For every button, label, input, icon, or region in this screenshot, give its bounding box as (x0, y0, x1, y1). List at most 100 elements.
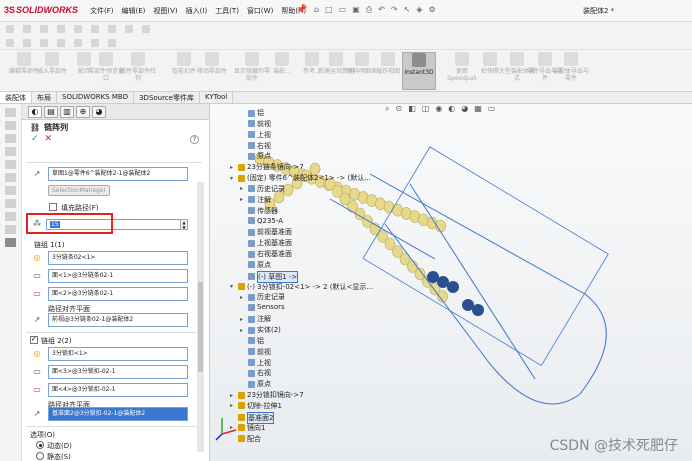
tree-item[interactable]: ▸ 23分锁扣镜向->7 (230, 390, 304, 400)
tree-item[interactable]: ▾ (-) 3分锁扣-02<1> -> 2 (默认<显示... (230, 282, 373, 292)
select-icon[interactable]: ↖ (404, 5, 411, 15)
group2-face2-box[interactable]: 面<4>@3分锁扣-02-1 (48, 383, 188, 397)
tree-item[interactable]: 右视 (240, 368, 271, 378)
undo-icon[interactable]: ↶ (378, 5, 385, 15)
fill-path-checkbox[interactable] (49, 203, 57, 211)
group1-face1-box[interactable]: 面<1>@3分链条02-1 (48, 269, 188, 283)
ribbon-button[interactable]: 移动零部件 (192, 52, 232, 75)
command-tab[interactable]: 3DSource零件库 (134, 92, 200, 103)
scrollbar-thumb[interactable] (198, 282, 203, 372)
tool-icon[interactable] (5, 147, 16, 156)
toolbar-button[interactable] (91, 25, 99, 33)
tool-icon[interactable] (5, 160, 16, 169)
selection-manager-button[interactable]: SelectionManager (48, 185, 110, 196)
property-manager-tab-icon[interactable]: ◐ (28, 105, 42, 118)
tree-item[interactable]: 原点 (240, 151, 271, 161)
command-tab[interactable]: 装配体 (0, 92, 32, 103)
toolbar-button[interactable] (57, 25, 65, 33)
tree-item[interactable]: 铝 (240, 108, 264, 118)
feature-tree-tab-icon[interactable]: ▤ (44, 105, 58, 118)
static-radio[interactable] (36, 452, 44, 460)
tree-item[interactable]: 铝 (240, 336, 264, 346)
toolbar-button[interactable] (142, 25, 150, 33)
toolbar-button[interactable] (6, 25, 14, 33)
toolbar-button[interactable] (6, 39, 14, 47)
tree-item[interactable]: 前视基准面 (240, 227, 292, 237)
toolbar-button[interactable] (108, 39, 116, 47)
tree-item[interactable]: 上视 (240, 358, 271, 368)
tree-item[interactable]: 传感器 (240, 206, 278, 216)
group1-align-box[interactable]: 前视@3分链条02-1@装配体2 (48, 313, 188, 327)
tool-icon[interactable] (5, 121, 16, 130)
ribbon-button[interactable]: Instant3D (402, 52, 436, 90)
configuration-tab-icon[interactable]: ▥ (60, 105, 74, 118)
save-icon[interactable]: ▣ (352, 5, 360, 15)
toolbar-button[interactable] (74, 39, 82, 47)
tree-item[interactable]: ▸ 历史记录 (240, 184, 285, 194)
toolbar-button[interactable] (57, 39, 65, 47)
expand-toggle-icon[interactable]: ▾ (230, 283, 236, 290)
path-selection-box[interactable]: 草图1@零件6^装配体2-1@装配体2 (48, 167, 188, 181)
display-tab-icon[interactable]: ◕ (92, 105, 106, 118)
redo-icon[interactable]: ↷ (391, 5, 398, 15)
toolbar-button[interactable] (125, 25, 133, 33)
ribbon-button[interactable]: 线性零部件阵列 (118, 52, 158, 82)
group2-face1-box[interactable]: 面<3>@3分锁扣-02-1 (48, 365, 188, 379)
pin-icon[interactable]: 📌 (296, 5, 307, 15)
instances-spinner[interactable]: ▲ ▼ (180, 219, 188, 230)
tool-icon[interactable] (5, 108, 16, 117)
command-tab[interactable]: SOLIDWORKS MBD (57, 92, 135, 103)
cancel-button[interactable]: ✕ (45, 134, 53, 146)
tool-icon[interactable] (5, 186, 16, 195)
tree-item[interactable]: Sensors (240, 303, 285, 311)
tree-item[interactable]: ▾ (固定) 零件6^装配体2<1> -> (默认... (230, 173, 371, 183)
expand-toggle-icon[interactable]: ▸ (240, 196, 246, 203)
toolbar-button[interactable] (108, 25, 116, 33)
expand-toggle-icon[interactable]: ▸ (230, 392, 236, 399)
expand-toggle-icon[interactable]: ▸ (240, 327, 246, 334)
tool-icon[interactable] (5, 199, 16, 208)
dimxpert-tab-icon[interactable]: ⊕ (76, 105, 90, 118)
tool-icon[interactable] (5, 212, 16, 221)
open-icon[interactable]: ▭ (339, 5, 347, 15)
expand-toggle-icon[interactable]: ▾ (230, 175, 236, 182)
tree-item[interactable]: ▸ 切除-拉伸1 (230, 401, 282, 411)
toolbar-button[interactable] (23, 39, 31, 47)
menu-item[interactable]: 插入(I) (186, 6, 208, 16)
options-icon[interactable]: ⚙ (428, 5, 435, 15)
panel-scrollbar[interactable] (197, 182, 204, 452)
tree-item[interactable]: ▸ 实体(2) (240, 325, 281, 335)
tool-icon[interactable] (5, 225, 16, 234)
chain-pattern-tool-icon[interactable] (5, 238, 16, 247)
tree-item[interactable]: ▸ 镜向1 (230, 423, 265, 433)
tree-item[interactable]: 配合 (230, 434, 261, 444)
graphics-viewport[interactable]: ⌕ ⊙ ◧ ◫ ◉ ◐ ◕ ▦ ▭ 铝前视 上视 右视 原点 ▸ 23分链条镜向->7 ▾(… (210, 104, 692, 461)
options-title[interactable]: 选项(O) (30, 430, 55, 440)
tree-item[interactable]: 上视基准面 (240, 238, 292, 248)
group2-component-box[interactable]: 3分锁扣<1> (48, 347, 188, 361)
home-icon[interactable]: ⌂ (314, 5, 319, 15)
tree-item[interactable]: 原点 (240, 379, 271, 389)
menu-item[interactable]: 编辑(E) (122, 6, 146, 16)
expand-toggle-icon[interactable]: ▸ (240, 294, 246, 301)
group2-title[interactable]: 链组 2(2) (41, 336, 72, 346)
toolbar-button[interactable] (91, 39, 99, 47)
toolbar-button[interactable] (40, 39, 48, 47)
tree-item[interactable]: Q235-A (240, 217, 283, 225)
tree-item[interactable]: 原点 (240, 260, 271, 270)
menu-item[interactable]: 文件(F) (90, 6, 114, 16)
group1-face2-box[interactable]: 面<2>@3分链条02-1 (48, 287, 188, 301)
ribbon-button[interactable]: 装配体导出与零件 (551, 52, 591, 82)
tree-item[interactable]: 前视 (240, 119, 271, 129)
group1-title[interactable]: 链组 1(1) (34, 240, 65, 250)
ok-button[interactable]: ✓ (31, 134, 39, 146)
tree-item[interactable]: 右视基准面 (240, 249, 292, 259)
tree-item[interactable]: ▸ 23分链条镜向->7 (230, 162, 304, 172)
tree-item[interactable]: ▸ 注解 (240, 195, 271, 205)
tree-item[interactable]: 前视 (240, 347, 271, 357)
tree-item[interactable]: ▸ 注解 (240, 314, 271, 324)
tool-icon[interactable] (5, 134, 16, 143)
expand-toggle-icon[interactable]: ▸ (240, 185, 246, 192)
group2-checkbox[interactable] (30, 335, 38, 344)
tree-item[interactable]: 右视 (240, 141, 271, 151)
